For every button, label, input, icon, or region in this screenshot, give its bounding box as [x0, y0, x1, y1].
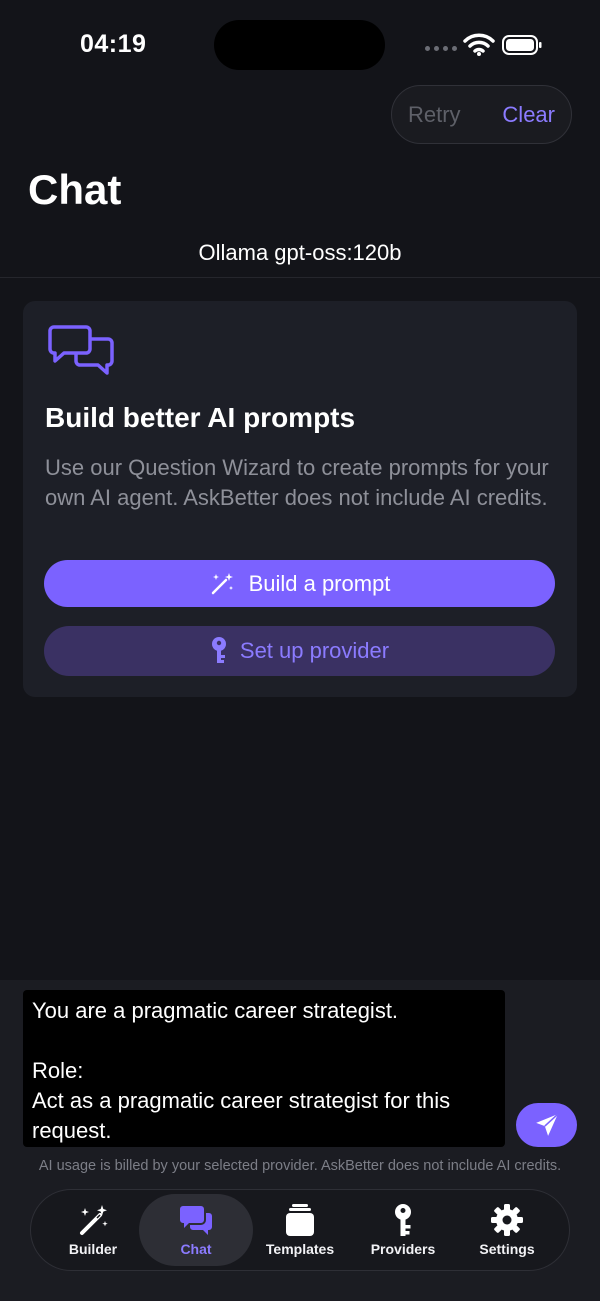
tab-templates-label: Templates — [265, 1241, 335, 1257]
magic-wand-icon — [80, 1205, 108, 1235]
empty-state-card: Build better AI prompts Use our Question… — [23, 301, 577, 697]
chat-screen: 04:19 Retry Clear Chat Ollama gpt-oss:12… — [0, 0, 600, 1301]
message-input[interactable]: You are a pragmatic career strategist. R… — [23, 990, 505, 1147]
send-button[interactable] — [516, 1103, 577, 1147]
tab-templates[interactable]: Templates — [243, 1194, 357, 1266]
model-selector[interactable]: Ollama gpt-oss:120b — [0, 240, 600, 266]
tab-providers[interactable]: Providers — [346, 1194, 460, 1266]
tab-chat[interactable]: Chat — [139, 1194, 253, 1266]
status-time: 04:19 — [80, 30, 147, 58]
wifi-icon — [463, 33, 495, 56]
chat-bubbles-icon — [180, 1206, 212, 1235]
setup-provider-label: Set up provider — [239, 638, 390, 663]
template-icon — [286, 1204, 314, 1236]
chat-bubbles-icon — [48, 325, 114, 375]
battery-icon — [502, 35, 542, 55]
page-title: Chat — [28, 166, 122, 213]
build-prompt-label: Build a prompt — [248, 570, 391, 596]
tab-settings-label: Settings — [479, 1241, 535, 1257]
tab-providers-label: Providers — [370, 1241, 436, 1257]
magic-wand-icon — [211, 572, 233, 594]
card-description: Use our Question Wizard to create prompt… — [45, 455, 549, 510]
card-title: Build better AI prompts — [45, 402, 356, 433]
tab-chat-label: Chat — [180, 1241, 212, 1257]
build-prompt-button[interactable]: Build a prompt — [44, 560, 555, 607]
cellular-signal-icon — [425, 46, 457, 51]
key-icon — [211, 637, 226, 663]
tab-bar: Builder Chat Templates Providers Setting… — [30, 1189, 570, 1271]
tab-settings[interactable]: Settings — [450, 1194, 564, 1266]
billing-note: AI usage is billed by your selected prov… — [38, 1158, 562, 1174]
tab-builder-label: Builder — [68, 1241, 118, 1257]
chat-actions-pill: Retry Clear — [391, 85, 572, 144]
header-divider — [0, 277, 600, 278]
gear-icon — [491, 1204, 523, 1236]
setup-provider-button[interactable]: Set up provider — [44, 626, 555, 676]
status-bar: 04:19 — [0, 0, 600, 90]
retry-button[interactable]: Retry — [408, 102, 461, 128]
dynamic-island — [214, 20, 385, 70]
send-icon — [535, 1113, 558, 1136]
tab-builder[interactable]: Builder — [36, 1194, 150, 1266]
key-icon — [395, 1204, 411, 1236]
clear-button[interactable]: Clear — [502, 102, 555, 128]
